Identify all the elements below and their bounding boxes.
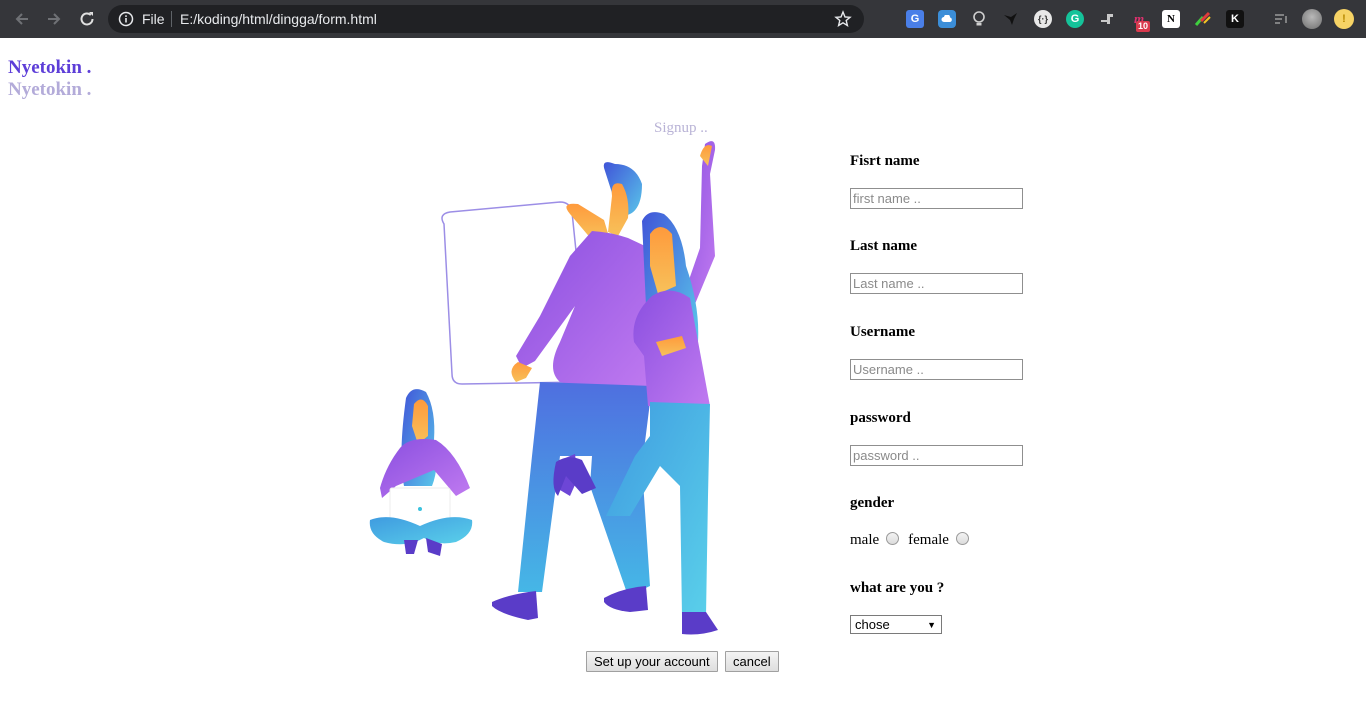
brand-logo: Nyetokin . <box>8 57 92 78</box>
role-label: what are you ? <box>850 580 945 596</box>
password-label: password <box>850 410 911 426</box>
brand-logo-shadow: Nyetokin . <box>8 79 92 100</box>
last-name-input[interactable] <box>850 273 1023 294</box>
notion-icon[interactable]: N <box>1162 10 1180 28</box>
cancel-button[interactable]: cancel <box>725 651 779 672</box>
gender-radio-female[interactable] <box>955 531 969 545</box>
role-select-value: chose <box>855 617 890 632</box>
arrow-left-icon <box>15 13 28 25</box>
password-input[interactable] <box>850 445 1023 466</box>
address-bar[interactable]: File E:/koding/html/dingga/form.html <box>108 5 864 33</box>
coin-icon[interactable]: ! <box>1334 9 1354 29</box>
bird-icon[interactable] <box>1002 10 1020 28</box>
media-icon[interactable] <box>1272 10 1290 28</box>
back-button[interactable] <box>10 7 34 31</box>
dropdown-arrow-icon: ▼ <box>927 620 936 630</box>
last-name-label: Last name <box>850 238 918 254</box>
gender-radio-group: male female <box>850 531 978 549</box>
gender-radio-male[interactable] <box>886 531 900 545</box>
reload-icon <box>80 12 94 26</box>
gender-option-female-label: female <box>908 532 949 548</box>
browser-toolbar: File E:/koding/html/dingga/form.html G {… <box>0 0 1366 38</box>
role-select[interactable]: chose ▼ <box>850 615 942 634</box>
gender-option-male-label: male <box>850 532 880 548</box>
username-label: Username <box>850 324 915 340</box>
omnibox-divider <box>171 11 172 27</box>
cloud-icon[interactable] <box>938 10 956 28</box>
code-icon[interactable]: {·} <box>1034 10 1052 28</box>
info-icon[interactable] <box>118 11 134 27</box>
k-icon[interactable]: K <box>1226 10 1244 28</box>
reload-button[interactable] <box>75 7 99 31</box>
scheme-label: File <box>142 11 165 27</box>
first-name-label: Fisrt name <box>850 153 920 169</box>
star-icon[interactable] <box>834 10 852 28</box>
color-icon[interactable] <box>1194 10 1212 28</box>
username-input[interactable] <box>850 359 1023 380</box>
avatar[interactable] <box>1302 9 1322 29</box>
team-illustration <box>369 141 718 635</box>
arrow-right-icon <box>48 13 61 25</box>
puzzle-icon[interactable] <box>1098 10 1116 28</box>
signup-caption: Signup .. <box>654 120 708 136</box>
forward-button[interactable] <box>42 7 66 31</box>
translate-icon[interactable]: G <box>906 10 924 28</box>
lightbulb-icon[interactable] <box>970 10 988 28</box>
gender-label: gender <box>850 495 895 511</box>
extension-badge: 10 <box>1136 21 1151 32</box>
first-name-input[interactable] <box>850 188 1023 209</box>
url-text[interactable]: E:/koding/html/dingga/form.html <box>180 11 377 27</box>
submit-button[interactable]: Set up your account <box>586 651 718 672</box>
grammarly-icon[interactable]: G <box>1066 10 1084 28</box>
